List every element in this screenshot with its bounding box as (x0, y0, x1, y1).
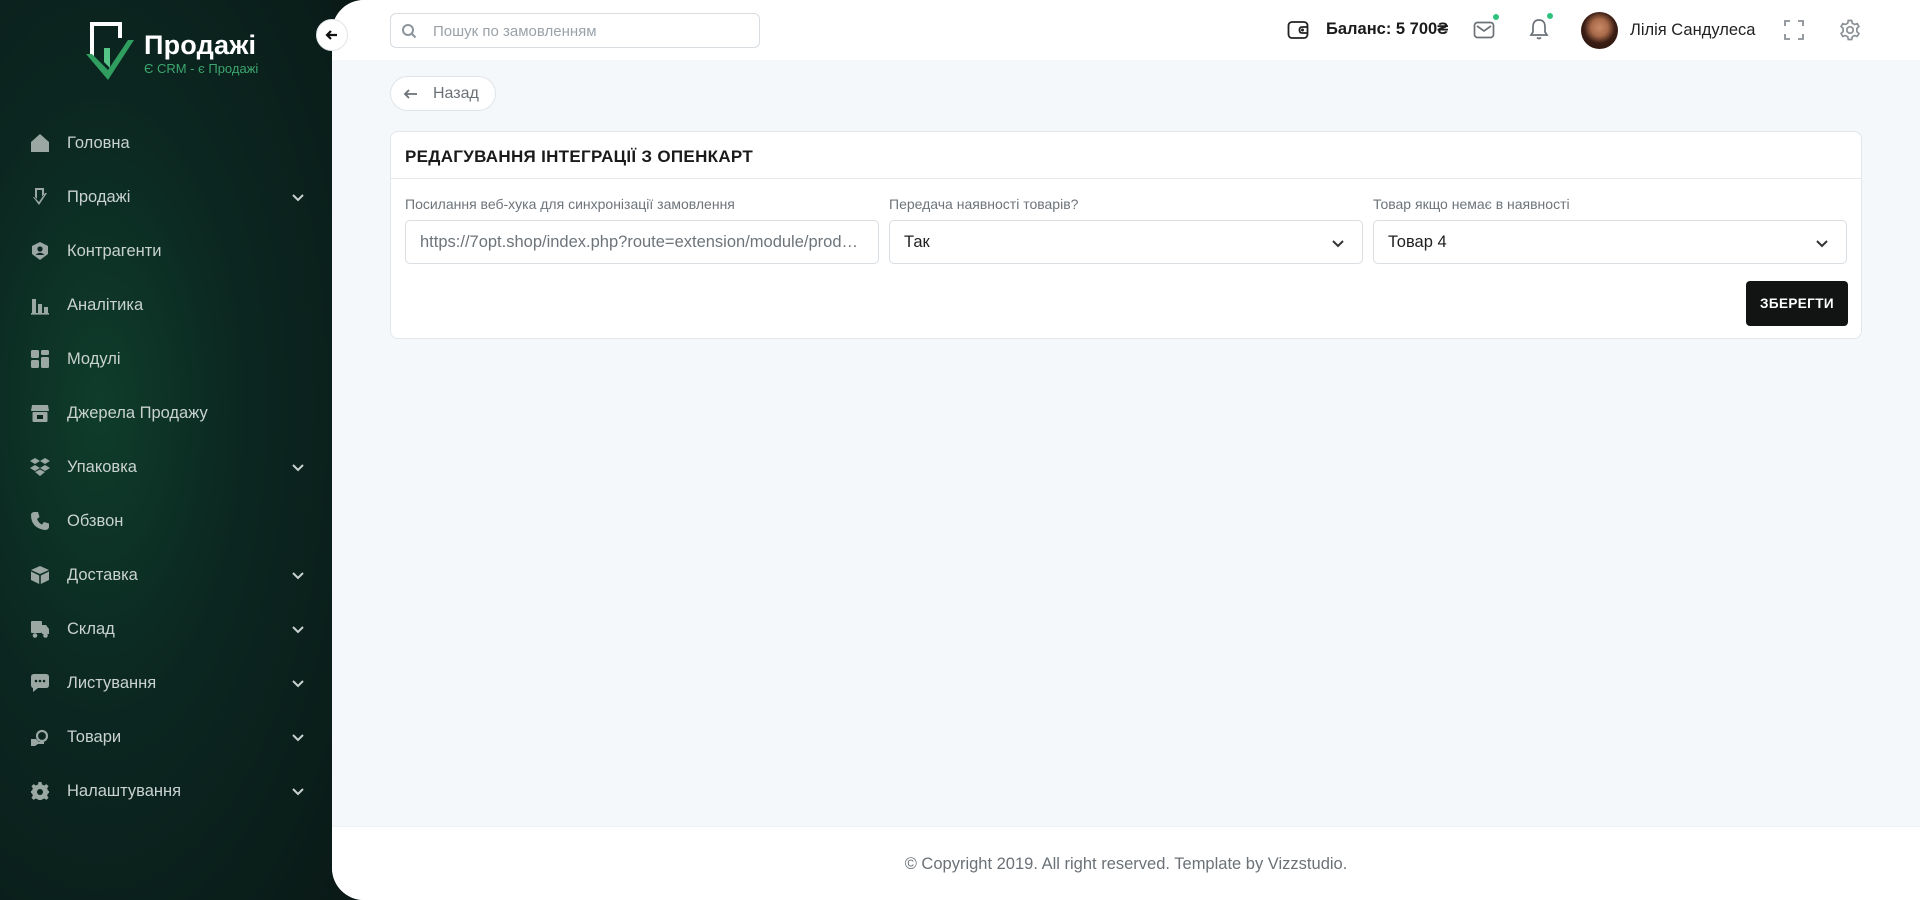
logo-subtitle: Є CRM - є Продажі (144, 61, 259, 76)
stock-transfer-select[interactable]: Так (889, 220, 1363, 264)
chevron-down-icon (290, 567, 306, 583)
main-content: Баланс: 5 700₴ Лілія Сандулеса Назад РЕД… (332, 0, 1920, 900)
sidebar-item-settings[interactable]: Налаштування (0, 764, 332, 818)
webhook-url-label: Посилання веб-хука для синхронізації зам… (405, 196, 735, 212)
sidebar-item-label: Продажі (67, 187, 131, 206)
back-button[interactable]: Назад (390, 76, 496, 111)
chevron-down-icon (290, 189, 306, 205)
back-button-label: Назад (433, 84, 479, 102)
chevron-down-icon (1814, 235, 1830, 251)
analytics-icon (30, 295, 50, 315)
search-box[interactable] (390, 13, 760, 48)
chevron-down-icon (290, 783, 306, 799)
store-icon (30, 403, 50, 423)
sidebar-item-label: Модулі (67, 349, 121, 368)
contractors-icon (30, 241, 50, 261)
mail-icon[interactable] (1472, 13, 1500, 42)
sidebar-item-delivery[interactable]: Доставка (0, 548, 332, 602)
sidebar-item-label: Джерела Продажу (67, 403, 208, 422)
sidebar-item-sales[interactable]: Продажі (0, 170, 332, 224)
fullscreen-icon[interactable] (1783, 19, 1807, 43)
user-name[interactable]: Лілія Сандулеса (1630, 21, 1755, 40)
integration-edit-card: РЕДАГУВАННЯ ІНТЕГРАЦІЇ З ОПЕНКАРТ Посила… (390, 131, 1862, 339)
sidebar-item-sales-sources[interactable]: Джерела Продажу (0, 386, 332, 440)
sidebar: Продажі Є CRM - є Продажі Головна Продаж… (0, 0, 332, 900)
sidebar-item-contractors[interactable]: Контрагенти (0, 224, 332, 278)
footer-copyright: © Copyright 2019. All right reserved. Te… (904, 855, 1348, 873)
save-button[interactable]: ЗБЕРЕГТИ (1746, 281, 1848, 326)
home-icon (30, 133, 50, 153)
search-icon (401, 23, 417, 39)
sidebar-item-products[interactable]: Товари (0, 710, 332, 764)
chevron-down-icon (290, 459, 306, 475)
delivery-box-icon (30, 565, 50, 585)
settings-icon (30, 781, 50, 801)
gear-icon[interactable] (1838, 18, 1862, 42)
mail-notification-dot (1492, 13, 1500, 21)
bell-notification-dot (1546, 12, 1554, 20)
webhook-url-field-group: Посилання веб-хука для синхронізації зам… (405, 196, 879, 264)
chevron-down-icon (290, 729, 306, 745)
sidebar-item-home[interactable]: Головна (0, 116, 332, 170)
webhook-url-input[interactable]: https://7opt.shop/index.php?route=extens… (405, 220, 879, 264)
phone-icon (30, 511, 50, 531)
avatar[interactable] (1581, 12, 1618, 49)
arrow-left-icon (325, 30, 337, 40)
top-bar: Баланс: 5 700₴ Лілія Сандулеса (332, 0, 1920, 60)
sidebar-nav: Головна Продажі Контрагенти Аналітика Мо… (0, 116, 332, 818)
packaging-icon (30, 457, 50, 477)
wallet-icon (1286, 18, 1310, 42)
stock-transfer-label: Передача наявності товарів? (889, 196, 1079, 212)
sidebar-collapse-button[interactable] (316, 19, 348, 51)
out-of-stock-field-group: Товар якщо немає в наявності Товар 4 (1373, 196, 1847, 264)
chat-icon (30, 673, 50, 693)
sidebar-item-label: Головна (67, 133, 130, 152)
sidebar-item-modules[interactable]: Модулі (0, 332, 332, 386)
sales-icon (30, 187, 50, 207)
modules-icon (30, 349, 50, 369)
logo-title: Продажі (144, 30, 257, 60)
stock-transfer-field-group: Передача наявності товарів? Так (889, 196, 1363, 264)
sidebar-item-label: Контрагенти (67, 241, 162, 260)
chevron-down-icon (290, 675, 306, 691)
footer: © Copyright 2019. All right reserved. Te… (332, 826, 1920, 900)
sidebar-item-packaging[interactable]: Упаковка (0, 440, 332, 494)
bell-icon[interactable] (1527, 12, 1554, 43)
out-of-stock-value: Товар 4 (1388, 232, 1447, 251)
arrow-left-icon (403, 88, 417, 99)
sidebar-item-label: Доставка (67, 565, 138, 584)
stock-transfer-value: Так (904, 232, 930, 251)
sidebar-item-label: Товари (67, 727, 122, 746)
sidebar-item-messages[interactable]: Листування (0, 656, 332, 710)
sidebar-item-label: Листування (67, 673, 157, 692)
divider (391, 178, 1861, 179)
sidebar-item-label: Склад (67, 619, 115, 638)
sidebar-item-analytics[interactable]: Аналітика (0, 278, 332, 332)
sidebar-item-label: Аналітика (67, 295, 144, 314)
chevron-down-icon (290, 621, 306, 637)
sidebar-item-label: Налаштування (67, 781, 182, 800)
sidebar-item-calls[interactable]: Обзвон (0, 494, 332, 548)
sidebar-item-label: Обзвон (67, 511, 124, 530)
out-of-stock-label: Товар якщо немає в наявності (1373, 196, 1570, 212)
logo-mark-icon (86, 22, 134, 80)
webhook-url-value: https://7opt.shop/index.php?route=extens… (420, 232, 864, 251)
warehouse-truck-icon (30, 619, 50, 639)
search-input[interactable] (433, 20, 743, 42)
card-title: РЕДАГУВАННЯ ІНТЕГРАЦІЇ З ОПЕНКАРТ (405, 147, 753, 166)
products-icon (30, 727, 50, 747)
sidebar-item-label: Упаковка (67, 457, 137, 476)
logo[interactable]: Продажі Є CRM - є Продажі (84, 18, 284, 88)
out-of-stock-select[interactable]: Товар 4 (1373, 220, 1847, 264)
balance-label: Баланс: 5 700₴ (1326, 20, 1449, 38)
sidebar-item-warehouse[interactable]: Склад (0, 602, 332, 656)
chevron-down-icon (1330, 235, 1346, 251)
